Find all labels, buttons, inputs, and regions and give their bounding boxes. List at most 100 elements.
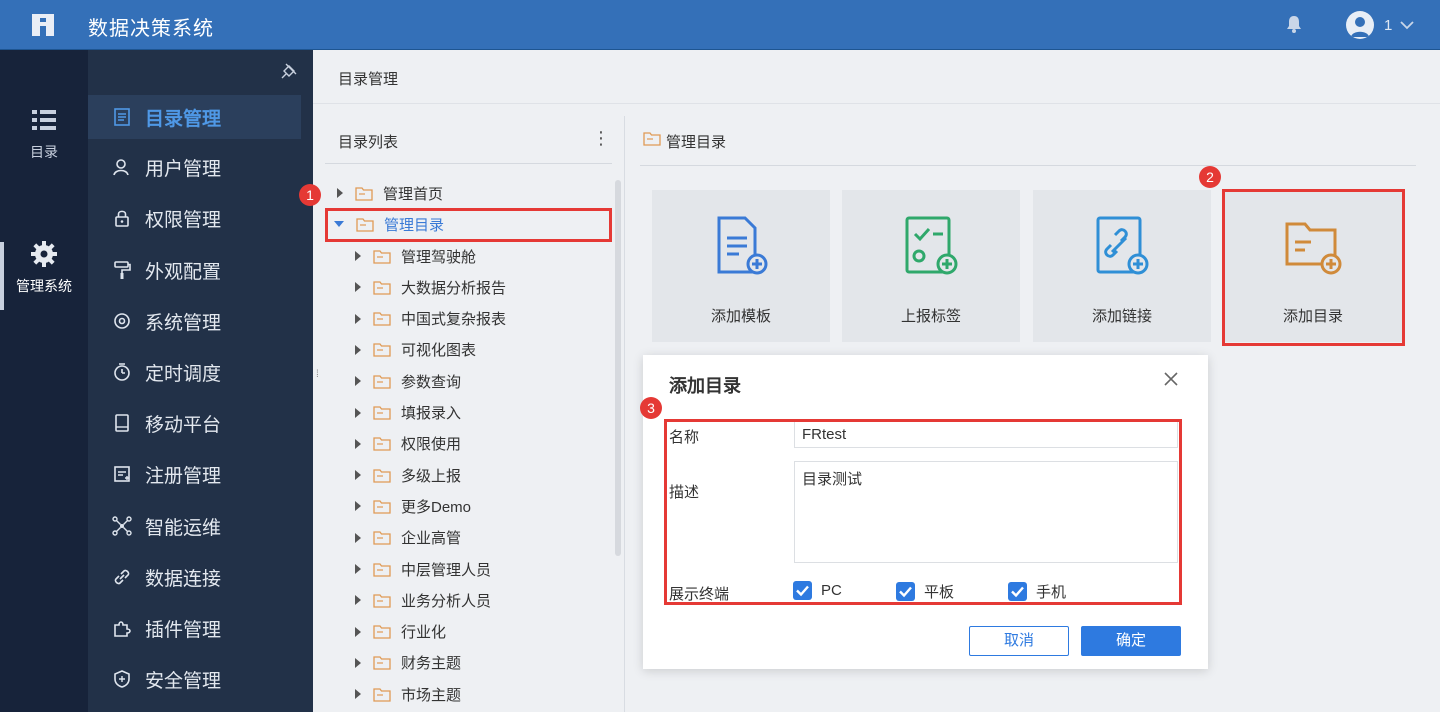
pin-icon[interactable] bbox=[280, 62, 298, 80]
folder-icon bbox=[373, 343, 391, 358]
tree-item[interactable]: 管理首页 bbox=[337, 182, 443, 204]
expand-arrow-icon[interactable] bbox=[355, 438, 361, 449]
folder-icon bbox=[373, 500, 391, 514]
expand-arrow-icon[interactable] bbox=[355, 251, 361, 261]
gear-icon bbox=[31, 241, 57, 267]
sidebar-item-plugin-management[interactable]: 插件管理 bbox=[88, 606, 301, 650]
tree-item[interactable]: 多级上报 bbox=[355, 464, 461, 486]
icon-rail: 目录 管理系统 bbox=[0, 50, 88, 712]
report-tag-card[interactable]: 上报标签 bbox=[842, 190, 1020, 342]
sidebar-item-directory-management[interactable]: 目录管理 bbox=[88, 95, 301, 139]
link-icon bbox=[114, 569, 130, 585]
sidebar-item-permission-management[interactable]: 权限管理 bbox=[88, 196, 301, 240]
folder-icon bbox=[373, 249, 391, 264]
tree-item-label: 权限使用 bbox=[401, 436, 462, 454]
tree-item[interactable]: 企业高管 bbox=[355, 527, 461, 549]
expand-arrow-icon[interactable] bbox=[355, 657, 361, 668]
sidebar-item-registration[interactable]: 注册管理 bbox=[88, 452, 301, 496]
sidebar-item-label: 安全管理 bbox=[145, 670, 222, 692]
directory-list-title: 目录列表 bbox=[338, 134, 399, 151]
tree-item[interactable]: 业务分析人员 bbox=[355, 589, 491, 611]
tree-item[interactable]: 填报录入 bbox=[355, 402, 461, 424]
expand-arrow-icon[interactable] bbox=[355, 282, 361, 293]
folder-icon bbox=[373, 594, 391, 608]
tree-item[interactable]: 中国式复杂报表 bbox=[355, 308, 506, 330]
add-template-icon bbox=[717, 216, 768, 275]
sidebar-item-scheduling[interactable]: 定时调度 bbox=[88, 350, 301, 394]
sidebar: 目录管理 用户管理 权限管理 外观配置 系统管理 定时调度 移动平台 注册管理 … bbox=[88, 50, 313, 712]
card-label: 添加链接 bbox=[1091, 308, 1152, 325]
rail-item-management[interactable]: 管理系统 bbox=[0, 240, 88, 296]
top-bar: 数据决策系统 1 bbox=[0, 0, 1440, 50]
rail-item-directory[interactable]: 目录 bbox=[0, 106, 88, 162]
sidebar-item-label: 数据连接 bbox=[145, 568, 222, 590]
app-logo-icon[interactable] bbox=[30, 12, 56, 38]
highlight-box bbox=[664, 419, 1182, 605]
tree-item-label: 财务主题 bbox=[401, 655, 462, 673]
folder-icon bbox=[373, 312, 391, 326]
tree-item[interactable]: 更多Demo bbox=[355, 495, 471, 517]
sidebar-item-mobile-platform[interactable]: 移动平台 bbox=[88, 401, 301, 445]
highlight-box bbox=[1222, 189, 1405, 346]
sidebar-item-label: 定时调度 bbox=[145, 363, 222, 385]
tree-item[interactable]: 大数据分析报告 bbox=[355, 276, 506, 298]
expand-arrow-icon[interactable] bbox=[355, 626, 361, 637]
rail-item-label: 管理系统 bbox=[16, 278, 72, 294]
divider bbox=[325, 163, 612, 164]
folder-icon bbox=[355, 186, 373, 201]
tree-item[interactable]: 可视化图表 bbox=[355, 339, 476, 361]
expand-arrow-icon[interactable] bbox=[355, 501, 361, 512]
more-options-icon[interactable]: ⋮ bbox=[592, 129, 610, 149]
folder-icon bbox=[373, 531, 391, 545]
expand-arrow-icon[interactable] bbox=[355, 470, 361, 481]
expand-arrow-icon[interactable] bbox=[355, 344, 361, 355]
close-icon[interactable] bbox=[1163, 371, 1179, 387]
expand-arrow-icon[interactable] bbox=[355, 407, 361, 418]
expand-arrow-icon[interactable] bbox=[355, 595, 361, 606]
user-name: 1 bbox=[1384, 16, 1393, 34]
expand-arrow-icon[interactable] bbox=[355, 532, 361, 543]
cancel-button[interactable]: 取消 bbox=[969, 626, 1069, 656]
sidebar-item-system-management[interactable]: 系统管理 bbox=[88, 299, 301, 343]
puzzle-icon bbox=[114, 621, 131, 637]
user-menu[interactable]: 1 bbox=[1346, 10, 1414, 40]
bell-icon[interactable] bbox=[1284, 14, 1304, 34]
sidebar-item-user-management[interactable]: 用户管理 bbox=[88, 145, 301, 189]
expand-arrow-icon[interactable] bbox=[337, 188, 343, 198]
tree-item[interactable]: 管理驾驶舱 bbox=[355, 245, 476, 267]
paint-roller-icon bbox=[114, 261, 131, 279]
tree-item[interactable]: 行业化 bbox=[355, 621, 446, 643]
lock-icon bbox=[115, 210, 129, 227]
sidebar-item-smart-ops[interactable]: 智能运维 bbox=[88, 504, 301, 548]
sidebar-item-label: 系统管理 bbox=[145, 312, 222, 334]
scrollbar[interactable] bbox=[615, 180, 621, 556]
add-template-card[interactable]: 添加模板 bbox=[652, 190, 830, 342]
add-link-card[interactable]: 添加链接 bbox=[1033, 190, 1211, 342]
expand-arrow-icon[interactable] bbox=[355, 689, 361, 700]
tree-item[interactable]: 市场主题 bbox=[355, 683, 461, 705]
tree-item[interactable]: 中层管理人员 bbox=[355, 558, 491, 580]
tree-item[interactable]: 权限使用 bbox=[355, 433, 461, 455]
annotation-badge: 3 bbox=[640, 397, 662, 419]
resize-handle-icon[interactable]: ⁞ bbox=[316, 370, 322, 389]
confirm-button[interactable]: 确定 bbox=[1081, 626, 1181, 656]
tree-item[interactable]: 参数查询 bbox=[355, 370, 461, 392]
folder-icon bbox=[373, 688, 391, 702]
expand-arrow-icon[interactable] bbox=[355, 313, 361, 324]
sidebar-item-label: 外观配置 bbox=[145, 261, 222, 283]
sidebar-item-data-connection[interactable]: 数据连接 bbox=[88, 555, 301, 599]
sidebar-item-appearance[interactable]: 外观配置 bbox=[88, 248, 301, 292]
rail-item-label: 目录 bbox=[30, 144, 58, 160]
avatar bbox=[1346, 11, 1374, 39]
sidebar-item-label: 用户管理 bbox=[145, 158, 222, 180]
folder-icon bbox=[373, 437, 391, 451]
panel-title: 管理目录 bbox=[666, 134, 727, 151]
sidebar-item-security-management[interactable]: 安全管理 bbox=[88, 657, 301, 701]
tree-item-label: 填报录入 bbox=[401, 405, 462, 422]
expand-arrow-icon[interactable] bbox=[355, 376, 361, 387]
folder-icon bbox=[643, 132, 661, 146]
tree-item[interactable]: 财务主题 bbox=[355, 652, 461, 674]
folder-icon bbox=[373, 468, 391, 483]
breadcrumb: 目录管理 bbox=[338, 71, 399, 88]
expand-arrow-icon[interactable] bbox=[355, 564, 361, 574]
